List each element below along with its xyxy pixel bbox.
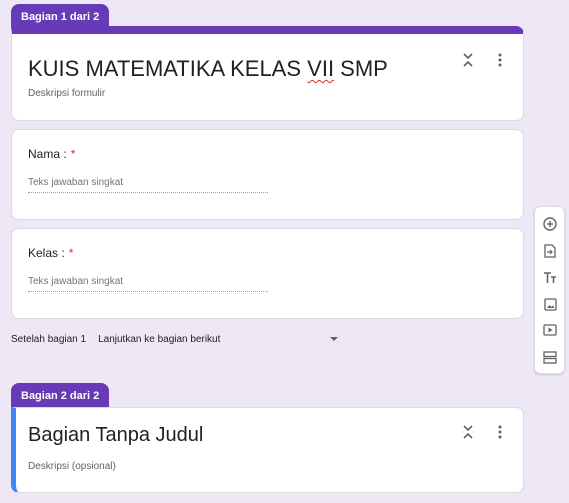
- form-description[interactable]: Deskripsi formulir: [28, 88, 105, 99]
- add-section-icon[interactable]: [540, 347, 560, 367]
- floating-toolbar: [534, 206, 565, 374]
- add-title-icon[interactable]: [540, 268, 560, 288]
- section-2-description[interactable]: Deskripsi (opsional): [28, 461, 116, 472]
- question-label: Nama : *: [28, 147, 76, 161]
- question-label: Kelas : *: [28, 246, 74, 260]
- section-1-header-card[interactable]: KUIS MATEMATIKA KELAS VII SMP Deskripsi …: [11, 26, 524, 121]
- required-asterisk: *: [68, 246, 74, 260]
- section-2-tag: Bagian 2 dari 2: [11, 383, 110, 410]
- short-answer-field: Teks jawaban singkat: [28, 274, 268, 292]
- import-questions-icon[interactable]: [540, 241, 560, 261]
- more-options-icon[interactable]: [488, 48, 512, 72]
- more-options-icon[interactable]: [488, 420, 512, 444]
- question-card-kelas[interactable]: Kelas : * Teks jawaban singkat: [11, 228, 524, 319]
- collapse-section-icon[interactable]: [456, 48, 480, 72]
- collapse-section-icon[interactable]: [456, 420, 480, 444]
- dropdown-arrow-icon: [330, 334, 339, 345]
- section-2-title[interactable]: Bagian Tanpa Judul: [28, 424, 203, 447]
- after-section-dropdown[interactable]: Lanjutkan ke bagian berikut: [98, 334, 339, 345]
- after-section-label: Setelah bagian 1: [11, 333, 87, 345]
- short-answer-field: Teks jawaban singkat: [28, 175, 268, 193]
- question-card-nama[interactable]: Nama : * Teks jawaban singkat: [11, 129, 524, 220]
- form-title[interactable]: KUIS MATEMATIKA KELAS VII SMP: [28, 56, 388, 82]
- add-video-icon[interactable]: [540, 320, 560, 340]
- after-section-row: Setelah bagian 1 Lanjutkan ke bagian ber…: [11, 330, 339, 348]
- add-question-icon[interactable]: [540, 214, 560, 234]
- add-image-icon[interactable]: [540, 294, 560, 314]
- section-2-header-card[interactable]: Bagian Tanpa Judul Deskripsi (opsional): [11, 407, 524, 493]
- required-asterisk: *: [70, 147, 76, 161]
